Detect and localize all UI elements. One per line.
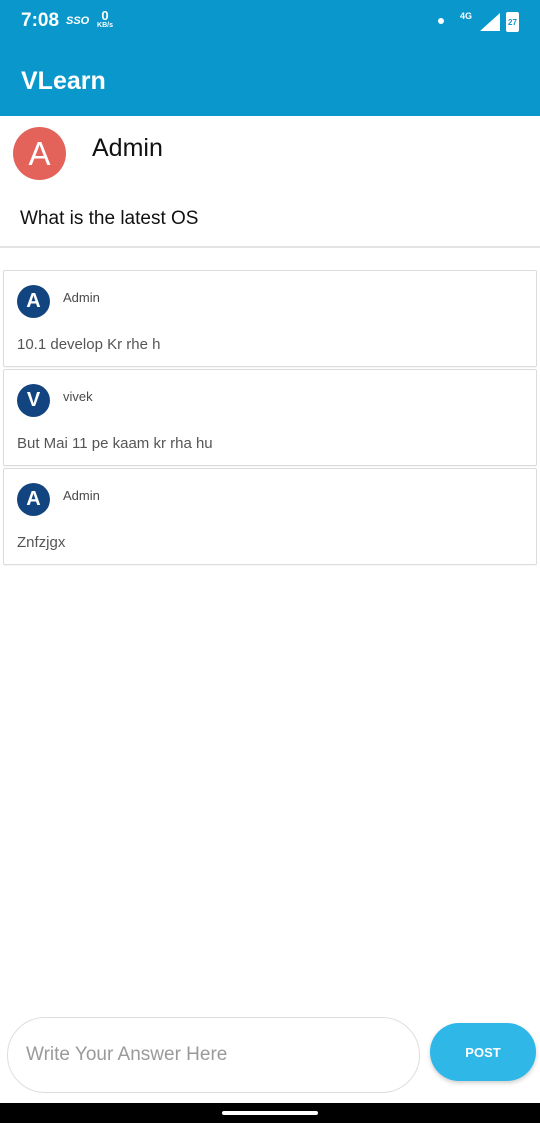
question-header: A Admin What is the latest OS <box>0 116 540 248</box>
network-type: 4G <box>460 11 473 21</box>
battery-level: 27 <box>508 18 517 27</box>
avatar: A <box>17 285 50 318</box>
avatar: V <box>17 384 50 417</box>
wifi-dot-icon <box>438 18 444 24</box>
question-text: What is the latest OS <box>20 208 199 229</box>
avatar: A <box>13 127 66 180</box>
home-indicator[interactable] <box>222 1111 318 1115</box>
status-sso: SSO <box>66 15 90 27</box>
answer-card[interactable]: A Admin Znfzjgx <box>3 468 537 565</box>
answer-author: Admin <box>63 488 100 503</box>
post-button[interactable]: POST <box>430 1023 536 1081</box>
answer-card[interactable]: A Admin 10.1 develop Kr rhe h <box>3 270 537 367</box>
answer-text: But Mai 11 pe kaam kr rha hu <box>17 435 213 452</box>
network-speed-value: 0 <box>101 8 109 23</box>
answer-author: Admin <box>63 290 100 305</box>
network-speed-unit: KB/s <box>97 22 113 29</box>
battery-icon: 27 <box>506 12 519 32</box>
signal-icon <box>480 13 500 31</box>
answer-author: vivek <box>63 389 93 404</box>
answers-list: A Admin 10.1 develop Kr rhe h V vivek Bu… <box>3 270 537 567</box>
app-bar: VLearn <box>0 44 540 116</box>
answer-input[interactable] <box>7 1017 420 1093</box>
status-bar: 7:08 SSO 0 KB/s 4G 27 <box>0 0 540 44</box>
answer-card[interactable]: V vivek But Mai 11 pe kaam kr rha hu <box>3 369 537 466</box>
navigation-bar <box>0 1103 540 1123</box>
question-author: Admin <box>92 134 163 162</box>
avatar: A <box>17 483 50 516</box>
answer-text: Znfzjgx <box>17 534 66 551</box>
status-time: 7:08 <box>21 10 60 31</box>
network-speed: 0 KB/s <box>93 9 117 29</box>
app-title: VLearn <box>21 67 106 95</box>
answer-text: 10.1 develop Kr rhe h <box>17 336 161 353</box>
